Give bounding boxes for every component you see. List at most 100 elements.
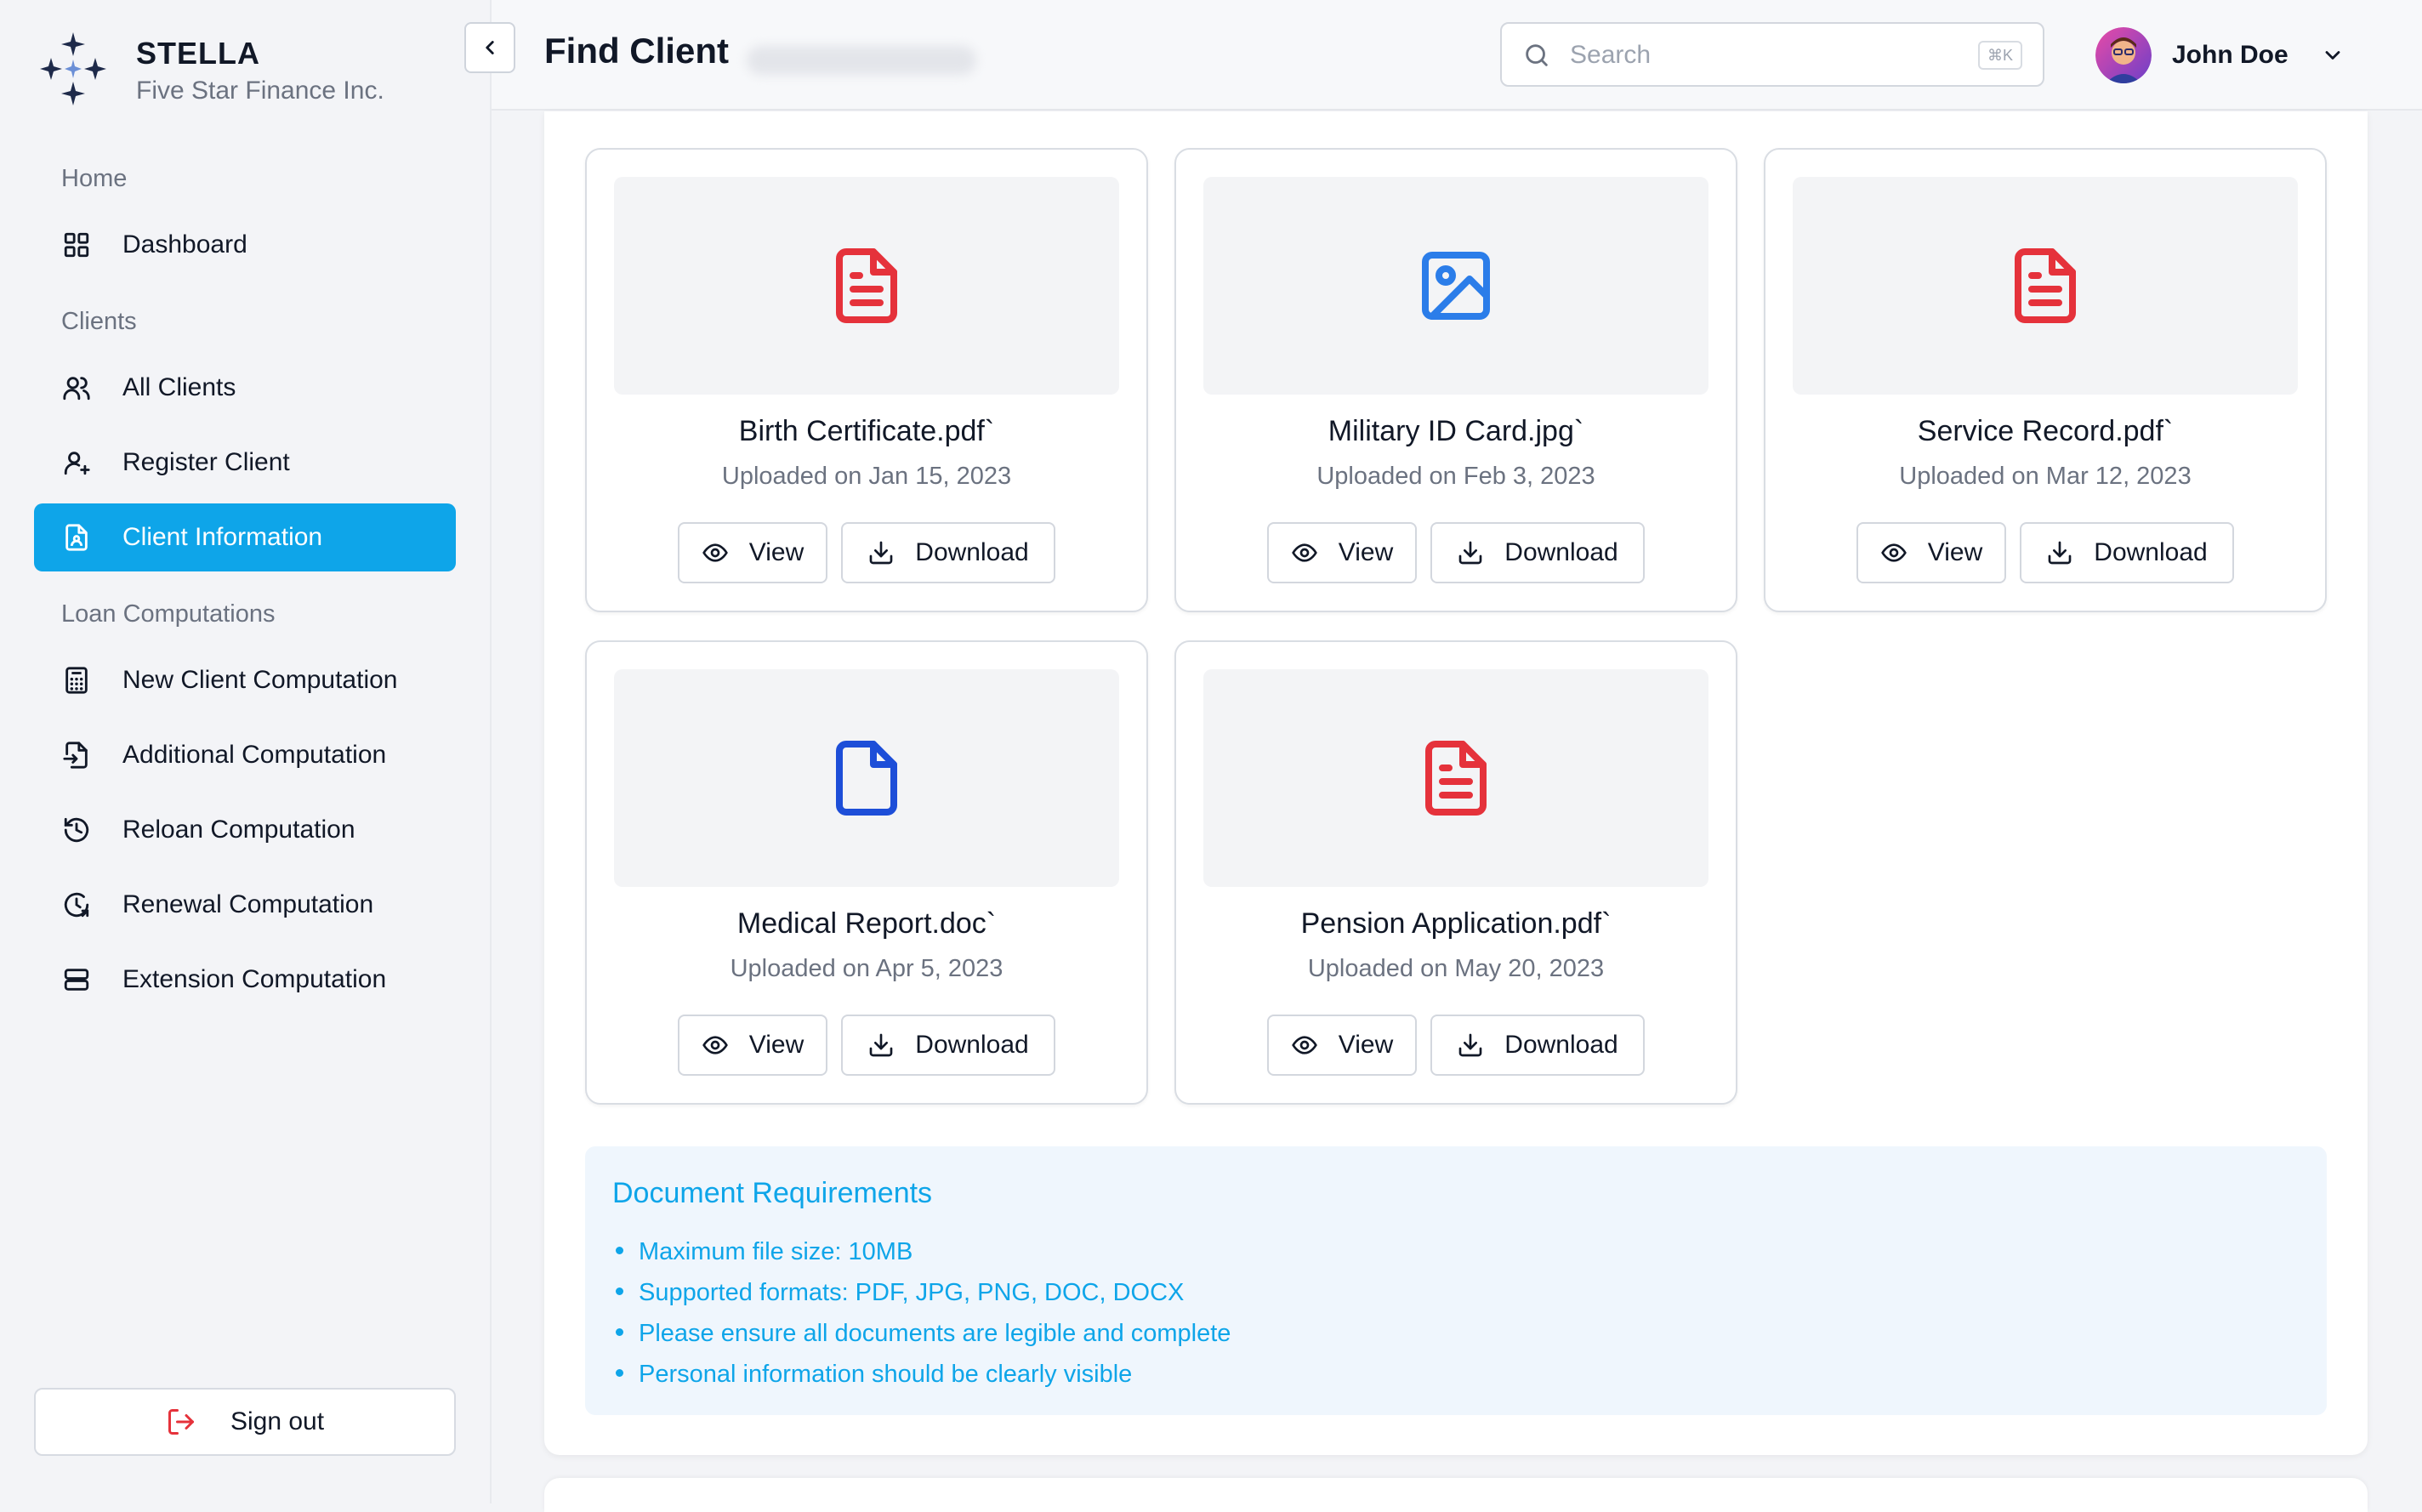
chevron-left-icon xyxy=(486,41,494,54)
document-thumbnail xyxy=(1793,177,2298,395)
sidebar: STELLA Five Star Finance Inc. Home Dashb… xyxy=(0,0,492,1503)
sidebar-collapse-button[interactable] xyxy=(464,22,515,73)
sidebar-item-dashboard[interactable]: Dashboard xyxy=(34,211,456,279)
stars-logo-icon xyxy=(40,32,106,105)
sidebar-item-extension-computation[interactable]: Extension Computation xyxy=(34,946,456,1014)
eye-icon xyxy=(702,1036,728,1054)
file-icon xyxy=(836,741,897,816)
sidebar-item-additional-computation[interactable]: Additional Computation xyxy=(34,721,456,789)
list-item: Please ensure all documents are legible … xyxy=(616,1313,1231,1354)
download-icon xyxy=(2048,541,2072,565)
download-label: Download xyxy=(1504,538,1618,566)
sidebar-item-label: Additional Computation xyxy=(122,741,387,769)
user-plus-icon xyxy=(60,446,94,480)
document-date: Uploaded on Jan 15, 2023 xyxy=(721,463,1012,490)
file-input-icon xyxy=(60,738,94,772)
download-label: Download xyxy=(1504,1031,1618,1059)
document-date: Uploaded on May 20, 2023 xyxy=(1307,955,1605,982)
document-thumbnail xyxy=(1203,669,1708,887)
blurred-client-name xyxy=(747,46,976,75)
download-label: Download xyxy=(915,1031,1029,1059)
download-button[interactable]: Download xyxy=(1430,1015,1645,1076)
users-icon xyxy=(60,371,94,405)
view-label: View xyxy=(748,538,804,566)
page-title: Find Client xyxy=(544,31,729,71)
download-icon xyxy=(869,1033,893,1057)
file-text-icon xyxy=(836,248,897,323)
sidebar-item-renewal-computation[interactable]: Renewal Computation xyxy=(34,871,456,939)
download-icon xyxy=(869,541,893,565)
requirements-list: Maximum file size: 10MB Supported format… xyxy=(616,1231,1231,1395)
sidebar-item-label: Extension Computation xyxy=(122,965,387,993)
top-header: Find Client ⌘K John Doe xyxy=(492,0,2422,111)
search-shortcut-badge: ⌘K xyxy=(1978,41,2022,70)
sidebar-item-client-information[interactable]: Client Information xyxy=(34,503,456,571)
sign-out-button[interactable]: Sign out xyxy=(34,1388,456,1456)
list-item: Personal information should be clearly v… xyxy=(616,1354,1231,1395)
grid-icon xyxy=(60,228,94,262)
download-icon xyxy=(1458,541,1482,565)
view-label: View xyxy=(748,1031,804,1059)
brand[interactable]: STELLA Five Star Finance Inc. xyxy=(37,31,446,107)
document-card: Military ID Card.jpg` Uploaded on Feb 3,… xyxy=(1174,148,1737,612)
document-card: Birth Certificate.pdf` Uploaded on Jan 1… xyxy=(585,148,1148,612)
document-card: Service Record.pdf` Uploaded on Mar 12, … xyxy=(1764,148,2327,612)
sidebar-item-register-client[interactable]: Register Client xyxy=(34,429,456,497)
document-date: Uploaded on Feb 3, 2023 xyxy=(1316,463,1595,490)
user-menu[interactable]: John Doe xyxy=(2095,26,2359,85)
sidebar-item-label: Renewal Computation xyxy=(122,890,374,918)
clock-refresh-icon xyxy=(60,888,94,922)
view-button[interactable]: View xyxy=(678,522,827,583)
document-requirements: Document Requirements Maximum file size:… xyxy=(585,1146,2327,1415)
download-button[interactable]: Download xyxy=(841,1015,1055,1076)
list-item: Maximum file size: 10MB xyxy=(616,1231,1231,1272)
search-box[interactable]: ⌘K xyxy=(1500,22,2044,87)
document-thumbnail xyxy=(614,669,1119,887)
download-label: Download xyxy=(2094,538,2208,566)
user-name: John Doe xyxy=(2172,41,2288,69)
document-name: Military ID Card.jpg` xyxy=(1328,415,1584,447)
history-icon xyxy=(60,813,94,847)
search-input[interactable] xyxy=(1568,36,1929,75)
log-out-icon xyxy=(168,1409,194,1435)
document-date: Uploaded on Apr 5, 2023 xyxy=(730,955,1003,982)
document-card: Medical Report.doc` Uploaded on Apr 5, 2… xyxy=(585,640,1148,1105)
download-label: Download xyxy=(915,538,1029,566)
document-thumbnail xyxy=(614,177,1119,395)
document-card: Pension Application.pdf` Uploaded on May… xyxy=(1174,640,1737,1105)
document-name: Pension Application.pdf` xyxy=(1300,907,1612,940)
download-icon xyxy=(1458,1033,1482,1057)
view-label: View xyxy=(1338,538,1394,566)
file-text-icon xyxy=(1425,741,1487,816)
file-user-icon xyxy=(60,520,94,554)
view-button[interactable]: View xyxy=(678,1015,827,1076)
sidebar-item-label: New Client Computation xyxy=(122,666,398,694)
next-panel xyxy=(544,1478,2368,1512)
view-label: View xyxy=(1338,1031,1394,1059)
nav-section-clients: Clients xyxy=(61,308,137,335)
view-label: View xyxy=(1927,538,1983,566)
requirements-title: Document Requirements xyxy=(612,1177,933,1209)
download-button[interactable]: Download xyxy=(2020,522,2234,583)
view-button[interactable]: View xyxy=(1856,522,2006,583)
eye-icon xyxy=(1291,1036,1317,1054)
sidebar-item-label: Client Information xyxy=(122,523,323,551)
sidebar-item-reloan-computation[interactable]: Reloan Computation xyxy=(34,796,456,864)
list-item: Supported formats: PDF, JPG, PNG, DOC, D… xyxy=(616,1272,1231,1313)
download-button[interactable]: Download xyxy=(841,522,1055,583)
document-date: Uploaded on Mar 12, 2023 xyxy=(1899,463,2192,490)
view-button[interactable]: View xyxy=(1267,1015,1417,1076)
calculator-icon xyxy=(60,663,94,697)
download-button[interactable]: Download xyxy=(1430,522,1645,583)
sidebar-item-all-clients[interactable]: All Clients xyxy=(34,354,456,422)
nav-section-loan-computations: Loan Computations xyxy=(61,600,276,628)
view-button[interactable]: View xyxy=(1267,522,1417,583)
eye-icon xyxy=(702,543,728,562)
sidebar-item-new-client-computation[interactable]: New Client Computation xyxy=(34,646,456,714)
avatar xyxy=(2095,27,2152,83)
file-text-icon xyxy=(2015,248,2076,323)
brand-subtitle: Five Star Finance Inc. xyxy=(136,77,384,105)
search-icon xyxy=(1526,44,1548,66)
document-name: Service Record.pdf` xyxy=(1917,415,2174,447)
chevron-down-icon xyxy=(2325,51,2340,60)
